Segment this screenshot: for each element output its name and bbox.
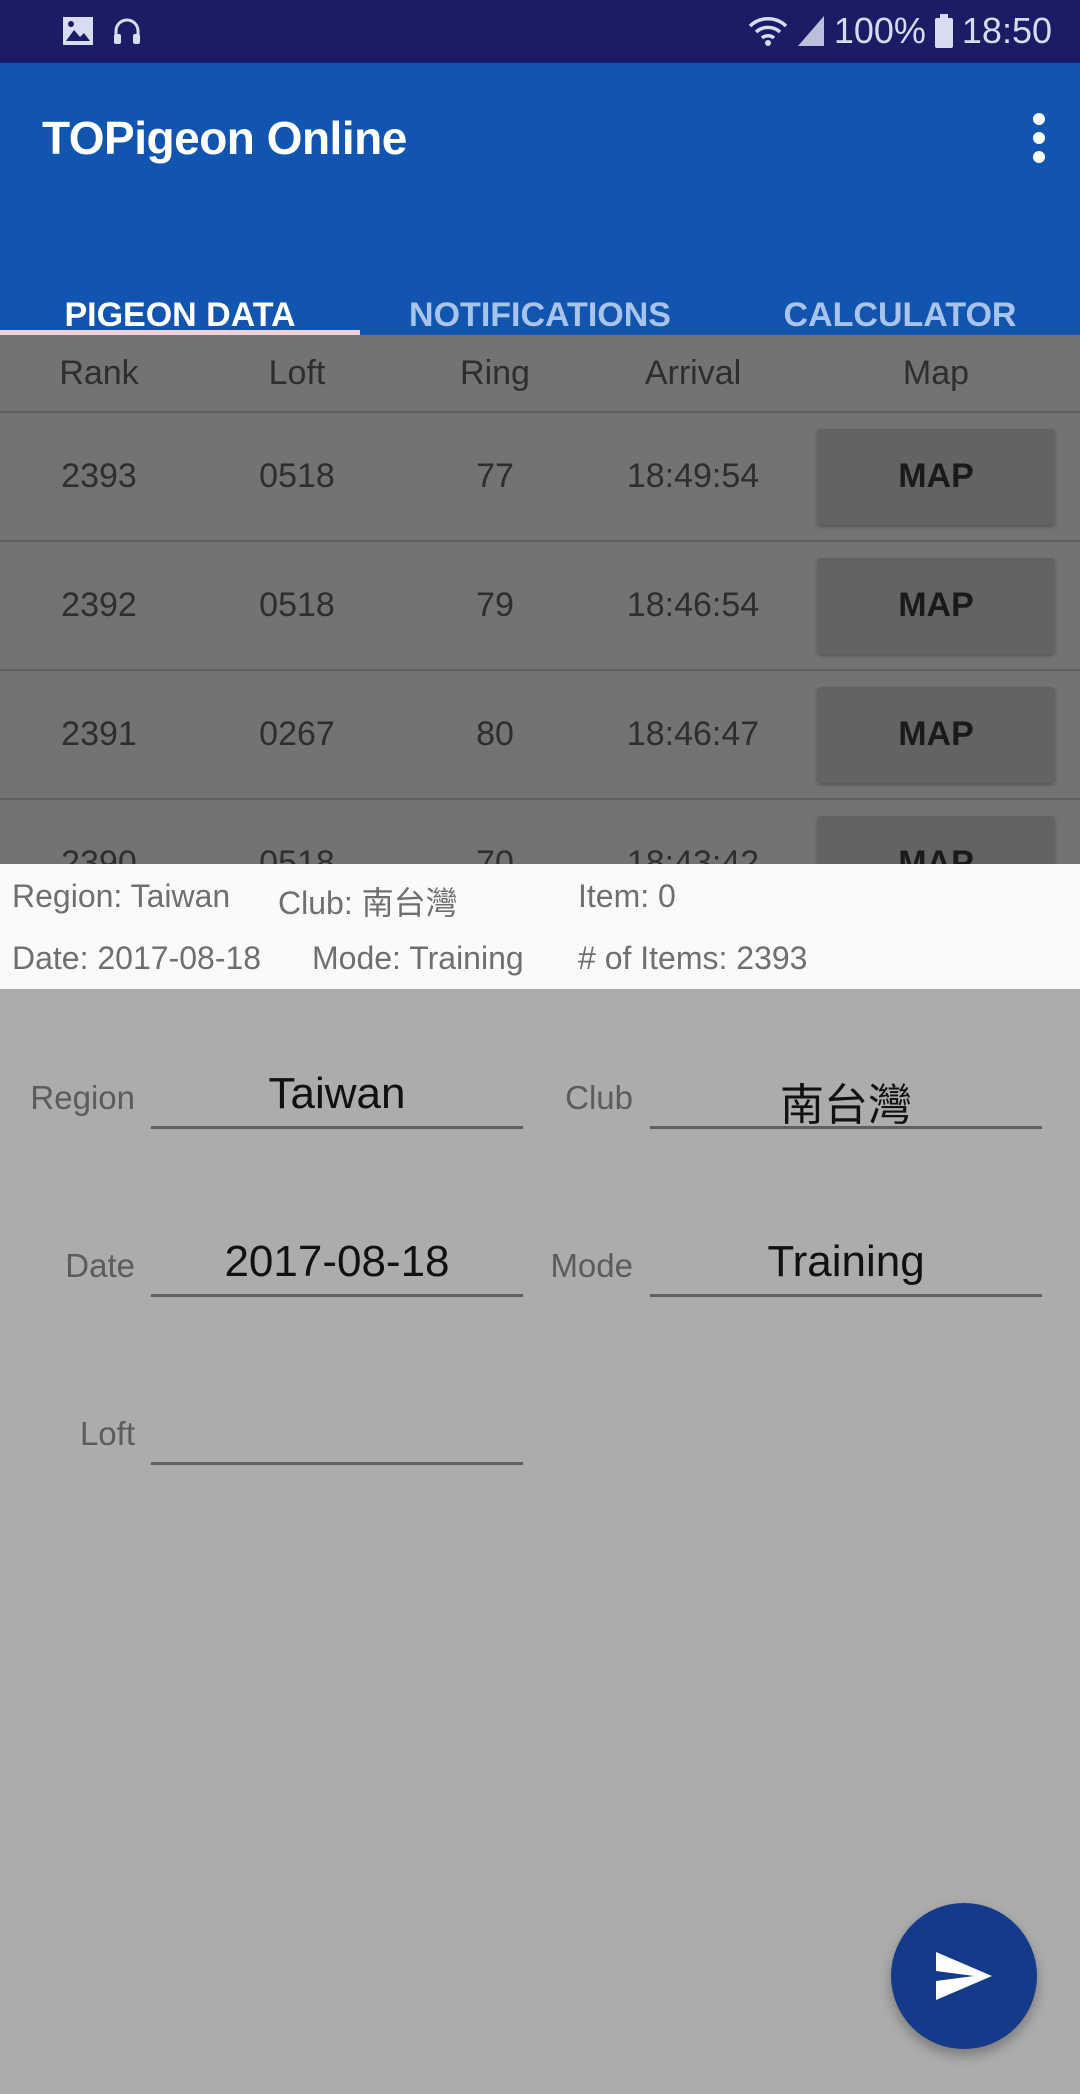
pigeon-table: Rank Loft Ring Arrival Map 2393 0518 77 … (0, 335, 1080, 864)
overflow-menu-icon[interactable] (1024, 113, 1054, 163)
mode-field[interactable]: Training (650, 1237, 1042, 1297)
battery-icon (934, 14, 953, 48)
cell-rank: 2390 (61, 844, 137, 864)
header-rank: Rank (59, 353, 139, 392)
table-header: Rank Loft Ring Arrival Map (0, 335, 1080, 413)
signal-icon (797, 16, 824, 46)
header-loft: Loft (268, 353, 326, 392)
cell-loft: 0518 (259, 844, 335, 864)
cell-rank: 2393 (61, 457, 137, 495)
cell-arrival: 18:46:54 (626, 586, 760, 624)
header-map: Map (902, 353, 970, 392)
summary-date: Date: 2017-08-18 (12, 940, 262, 976)
date-label: Date (65, 1247, 135, 1284)
clock: 18:50 (961, 10, 1052, 51)
app-title: TOPigeon Online (42, 112, 407, 164)
table-row: 2393 0518 77 18:49:54 MAP (0, 413, 1080, 542)
tab-bar: PIGEON DATA NOTIFICATIONS CALCULATOR (0, 243, 1080, 335)
cell-ring: 77 (476, 457, 514, 495)
app-bar: TOPigeon Online PIGEON DATA NOTIFICATION… (0, 63, 1080, 335)
loft-field[interactable] (151, 1405, 523, 1465)
map-button[interactable]: MAP (817, 686, 1055, 783)
cell-loft: 0267 (259, 715, 335, 753)
summary-panel: Region: Taiwan Club: 南台灣 Item: 0 Date: 2… (0, 864, 1080, 989)
send-icon (936, 1952, 992, 2000)
summary-count: # of Items: 2393 (578, 940, 808, 976)
tab-calculator[interactable]: CALCULATOR (720, 243, 1080, 335)
cell-arrival: 18:46:47 (626, 715, 760, 753)
summary-mode: Mode: Training (312, 940, 524, 976)
region-field[interactable]: Taiwan (151, 1069, 523, 1129)
cell-ring: 79 (476, 586, 514, 624)
mode-label: Mode (550, 1247, 633, 1284)
map-button[interactable]: MAP (817, 428, 1055, 525)
club-field[interactable]: 南台灣 (650, 1069, 1042, 1130)
table-row: 2390 0518 70 18:43:42 MAP (0, 800, 1080, 864)
table-row: 2391 0267 80 18:46:47 MAP (0, 671, 1080, 800)
battery-percent: 100% (833, 10, 926, 51)
table-row: 2392 0518 79 18:46:54 MAP (0, 542, 1080, 671)
cell-arrival: 18:49:54 (626, 457, 760, 495)
status-bar: 100% 18:50 (0, 0, 1080, 63)
map-button[interactable]: MAP (817, 557, 1055, 654)
summary-region: Region: Taiwan (12, 878, 231, 914)
header-arrival: Arrival (644, 353, 742, 392)
tab-pigeon-data[interactable]: PIGEON DATA (0, 243, 360, 335)
date-field[interactable]: 2017-08-18 (151, 1237, 523, 1297)
region-label: Region (30, 1079, 135, 1116)
summary-club: Club: 南台灣 (278, 885, 458, 921)
tab-notifications[interactable]: NOTIFICATIONS (360, 243, 720, 335)
cell-ring: 70 (476, 844, 514, 864)
image-icon (63, 17, 93, 45)
header-ring: Ring (460, 353, 530, 392)
headphones-icon (114, 18, 140, 44)
cell-loft: 0518 (259, 586, 335, 624)
cell-rank: 2392 (61, 586, 137, 624)
club-label: Club (565, 1079, 633, 1116)
wifi-icon (748, 17, 788, 46)
map-button[interactable]: MAP (817, 815, 1055, 864)
cell-loft: 0518 (259, 457, 335, 495)
summary-item: Item: 0 (578, 878, 676, 914)
cell-ring: 80 (476, 715, 514, 753)
cell-rank: 2391 (61, 715, 137, 753)
loft-label: Loft (79, 1415, 135, 1452)
cell-arrival: 18:43:42 (626, 844, 760, 864)
send-button[interactable] (891, 1903, 1037, 2049)
